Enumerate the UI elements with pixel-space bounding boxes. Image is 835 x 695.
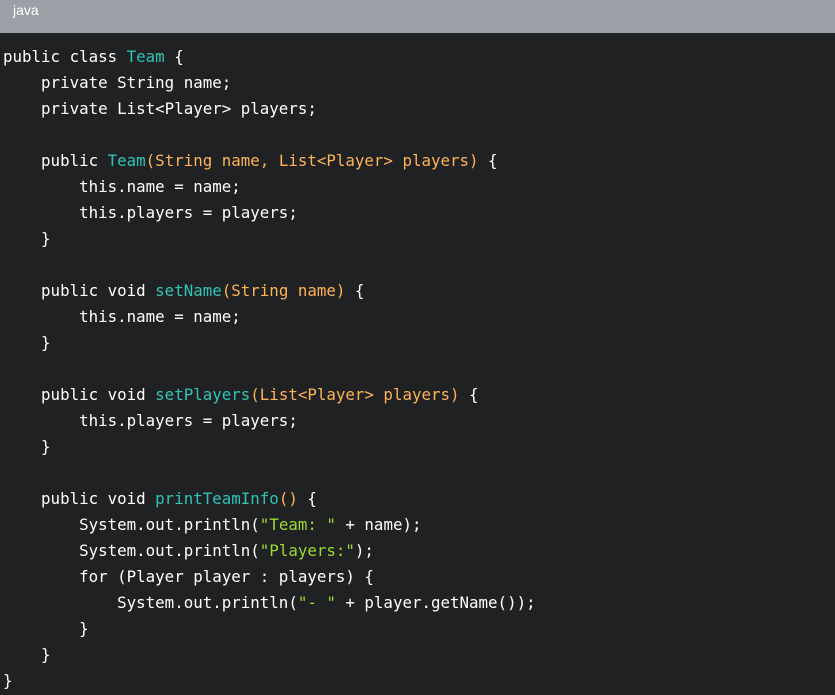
code-line: this.players = players; bbox=[3, 200, 536, 226]
language-label: java bbox=[13, 2, 39, 18]
code-token: (List<Player> players) bbox=[250, 385, 460, 404]
code-line: } bbox=[3, 668, 536, 694]
code-token: public void bbox=[3, 489, 156, 508]
code-token: printTeamInfo bbox=[155, 489, 279, 508]
code-content: public class Team { private String name;… bbox=[3, 44, 536, 694]
code-token: } bbox=[3, 333, 51, 352]
code-line: public void printTeamInfo() { bbox=[3, 486, 536, 512]
code-token: System.out.println( bbox=[3, 515, 260, 534]
code-line: public void setPlayers(List<Player> play… bbox=[3, 382, 536, 408]
code-token: public class bbox=[3, 47, 127, 66]
code-token: + name); bbox=[335, 515, 422, 534]
code-token: } bbox=[3, 619, 89, 638]
code-line: System.out.println("- " + player.getName… bbox=[3, 590, 536, 616]
code-token: this.name = name; bbox=[3, 307, 241, 326]
code-token: { bbox=[164, 47, 184, 66]
code-token: setPlayers bbox=[155, 385, 251, 404]
code-line: } bbox=[3, 226, 536, 252]
code-line: System.out.println("Team: " + name); bbox=[3, 512, 536, 538]
code-token: public bbox=[3, 151, 108, 170]
code-token: private String name; bbox=[3, 73, 232, 92]
code-token: { bbox=[478, 151, 498, 170]
code-token: ); bbox=[354, 541, 374, 560]
code-token: "- " bbox=[297, 593, 336, 612]
code-token: for (Player player : players) { bbox=[3, 567, 374, 586]
code-token: Team bbox=[126, 47, 165, 66]
code-token: } bbox=[3, 671, 13, 690]
code-token: this.name = name; bbox=[3, 177, 241, 196]
code-line: } bbox=[3, 434, 536, 460]
code-token: { bbox=[459, 385, 479, 404]
code-token: this.players = players; bbox=[3, 411, 298, 430]
code-token: } bbox=[3, 229, 51, 248]
code-line: this.name = name; bbox=[3, 304, 536, 330]
code-token: Team bbox=[107, 151, 146, 170]
code-token: public void bbox=[3, 385, 156, 404]
code-block: java public class Team { private String … bbox=[0, 0, 835, 695]
code-line: this.name = name; bbox=[3, 174, 536, 200]
code-line: } bbox=[3, 642, 536, 668]
code-line: private String name; bbox=[3, 70, 536, 96]
code-token: setName bbox=[155, 281, 222, 300]
code-token: } bbox=[3, 645, 51, 664]
code-token: (String name) bbox=[221, 281, 346, 300]
code-line: for (Player player : players) { bbox=[3, 564, 536, 590]
code-line: private List<Player> players; bbox=[3, 96, 536, 122]
code-line: } bbox=[3, 330, 536, 356]
code-token: + player.getName()); bbox=[335, 593, 536, 612]
code-token: () bbox=[278, 489, 298, 508]
code-header: java bbox=[0, 0, 835, 33]
code-token: System.out.println( bbox=[3, 593, 298, 612]
code-token: { bbox=[297, 489, 317, 508]
code-line: this.players = players; bbox=[3, 408, 536, 434]
code-line: public class Team { bbox=[3, 44, 536, 70]
code-token: private List<Player> players; bbox=[3, 99, 317, 118]
code-line: System.out.println("Players:"); bbox=[3, 538, 536, 564]
code-line: public Team(String name, List<Player> pl… bbox=[3, 148, 536, 174]
code-token: "Players:" bbox=[259, 541, 355, 560]
code-token: "Team: " bbox=[259, 515, 336, 534]
code-token: System.out.println( bbox=[3, 541, 260, 560]
code-line: } bbox=[3, 616, 536, 642]
code-token: this.players = players; bbox=[3, 203, 298, 222]
code-line: public void setName(String name) { bbox=[3, 278, 536, 304]
code-token: { bbox=[345, 281, 365, 300]
code-token: (String name, List<Player> players) bbox=[145, 151, 479, 170]
code-token: public void bbox=[3, 281, 156, 300]
code-token: } bbox=[3, 437, 51, 456]
